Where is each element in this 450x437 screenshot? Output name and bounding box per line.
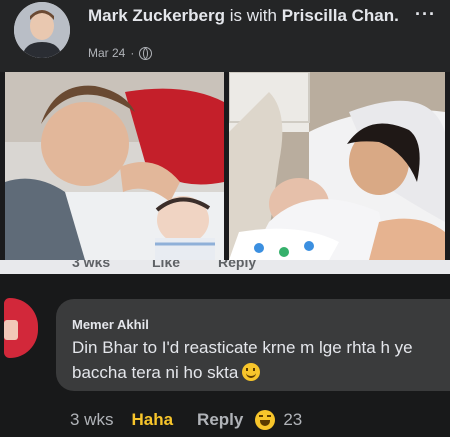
cutoff-reply-button[interactable]: Reply — [218, 260, 256, 270]
laughing-face-icon[interactable] — [255, 410, 276, 430]
haha-reaction-button[interactable]: Haha — [131, 410, 173, 430]
comment-panel: Memer Akhil Din Bhar to I'd reasticate k… — [0, 274, 450, 437]
commenter-avatar[interactable] — [4, 298, 38, 358]
comment-text: Din Bhar to I'd reasticate krne m lge rh… — [72, 335, 450, 385]
globe-icon — [139, 46, 153, 60]
post-author-line: Mark Zuckerberg is with Priscilla Chan. — [88, 5, 408, 26]
post-photo-left[interactable] — [5, 72, 224, 260]
post-date[interactable]: Mar 24 — [88, 46, 125, 60]
author-name[interactable]: Mark Zuckerberg — [88, 6, 225, 25]
post-header: Mark Zuckerberg is with Priscilla Chan. … — [0, 0, 450, 72]
more-options-icon[interactable]: ··· — [415, 4, 436, 25]
commenter-name[interactable]: Memer Akhil — [72, 317, 149, 332]
comment-bubble: Memer Akhil Din Bhar to I'd reasticate k… — [56, 299, 450, 391]
author-avatar[interactable] — [14, 2, 70, 58]
post-meta: Mar 24 · — [88, 46, 153, 60]
reaction-count[interactable]: 23 — [283, 410, 302, 430]
reply-button[interactable]: Reply — [197, 410, 243, 430]
cutoff-time: 3 wks — [72, 260, 111, 270]
tagged-name[interactable]: Priscilla Chan. — [282, 6, 399, 25]
post-photo-right[interactable] — [229, 72, 445, 260]
comment-actions: 3 wks Haha Reply 23 — [70, 410, 302, 430]
with-text: is with — [229, 6, 277, 25]
cutoff-action-row: 3 wks Like Reply — [0, 260, 450, 274]
smiling-face-icon — [242, 363, 261, 381]
comment-time[interactable]: 3 wks — [70, 410, 113, 430]
cutoff-like-button[interactable]: Like — [152, 260, 180, 270]
meta-separator: · — [130, 46, 135, 60]
